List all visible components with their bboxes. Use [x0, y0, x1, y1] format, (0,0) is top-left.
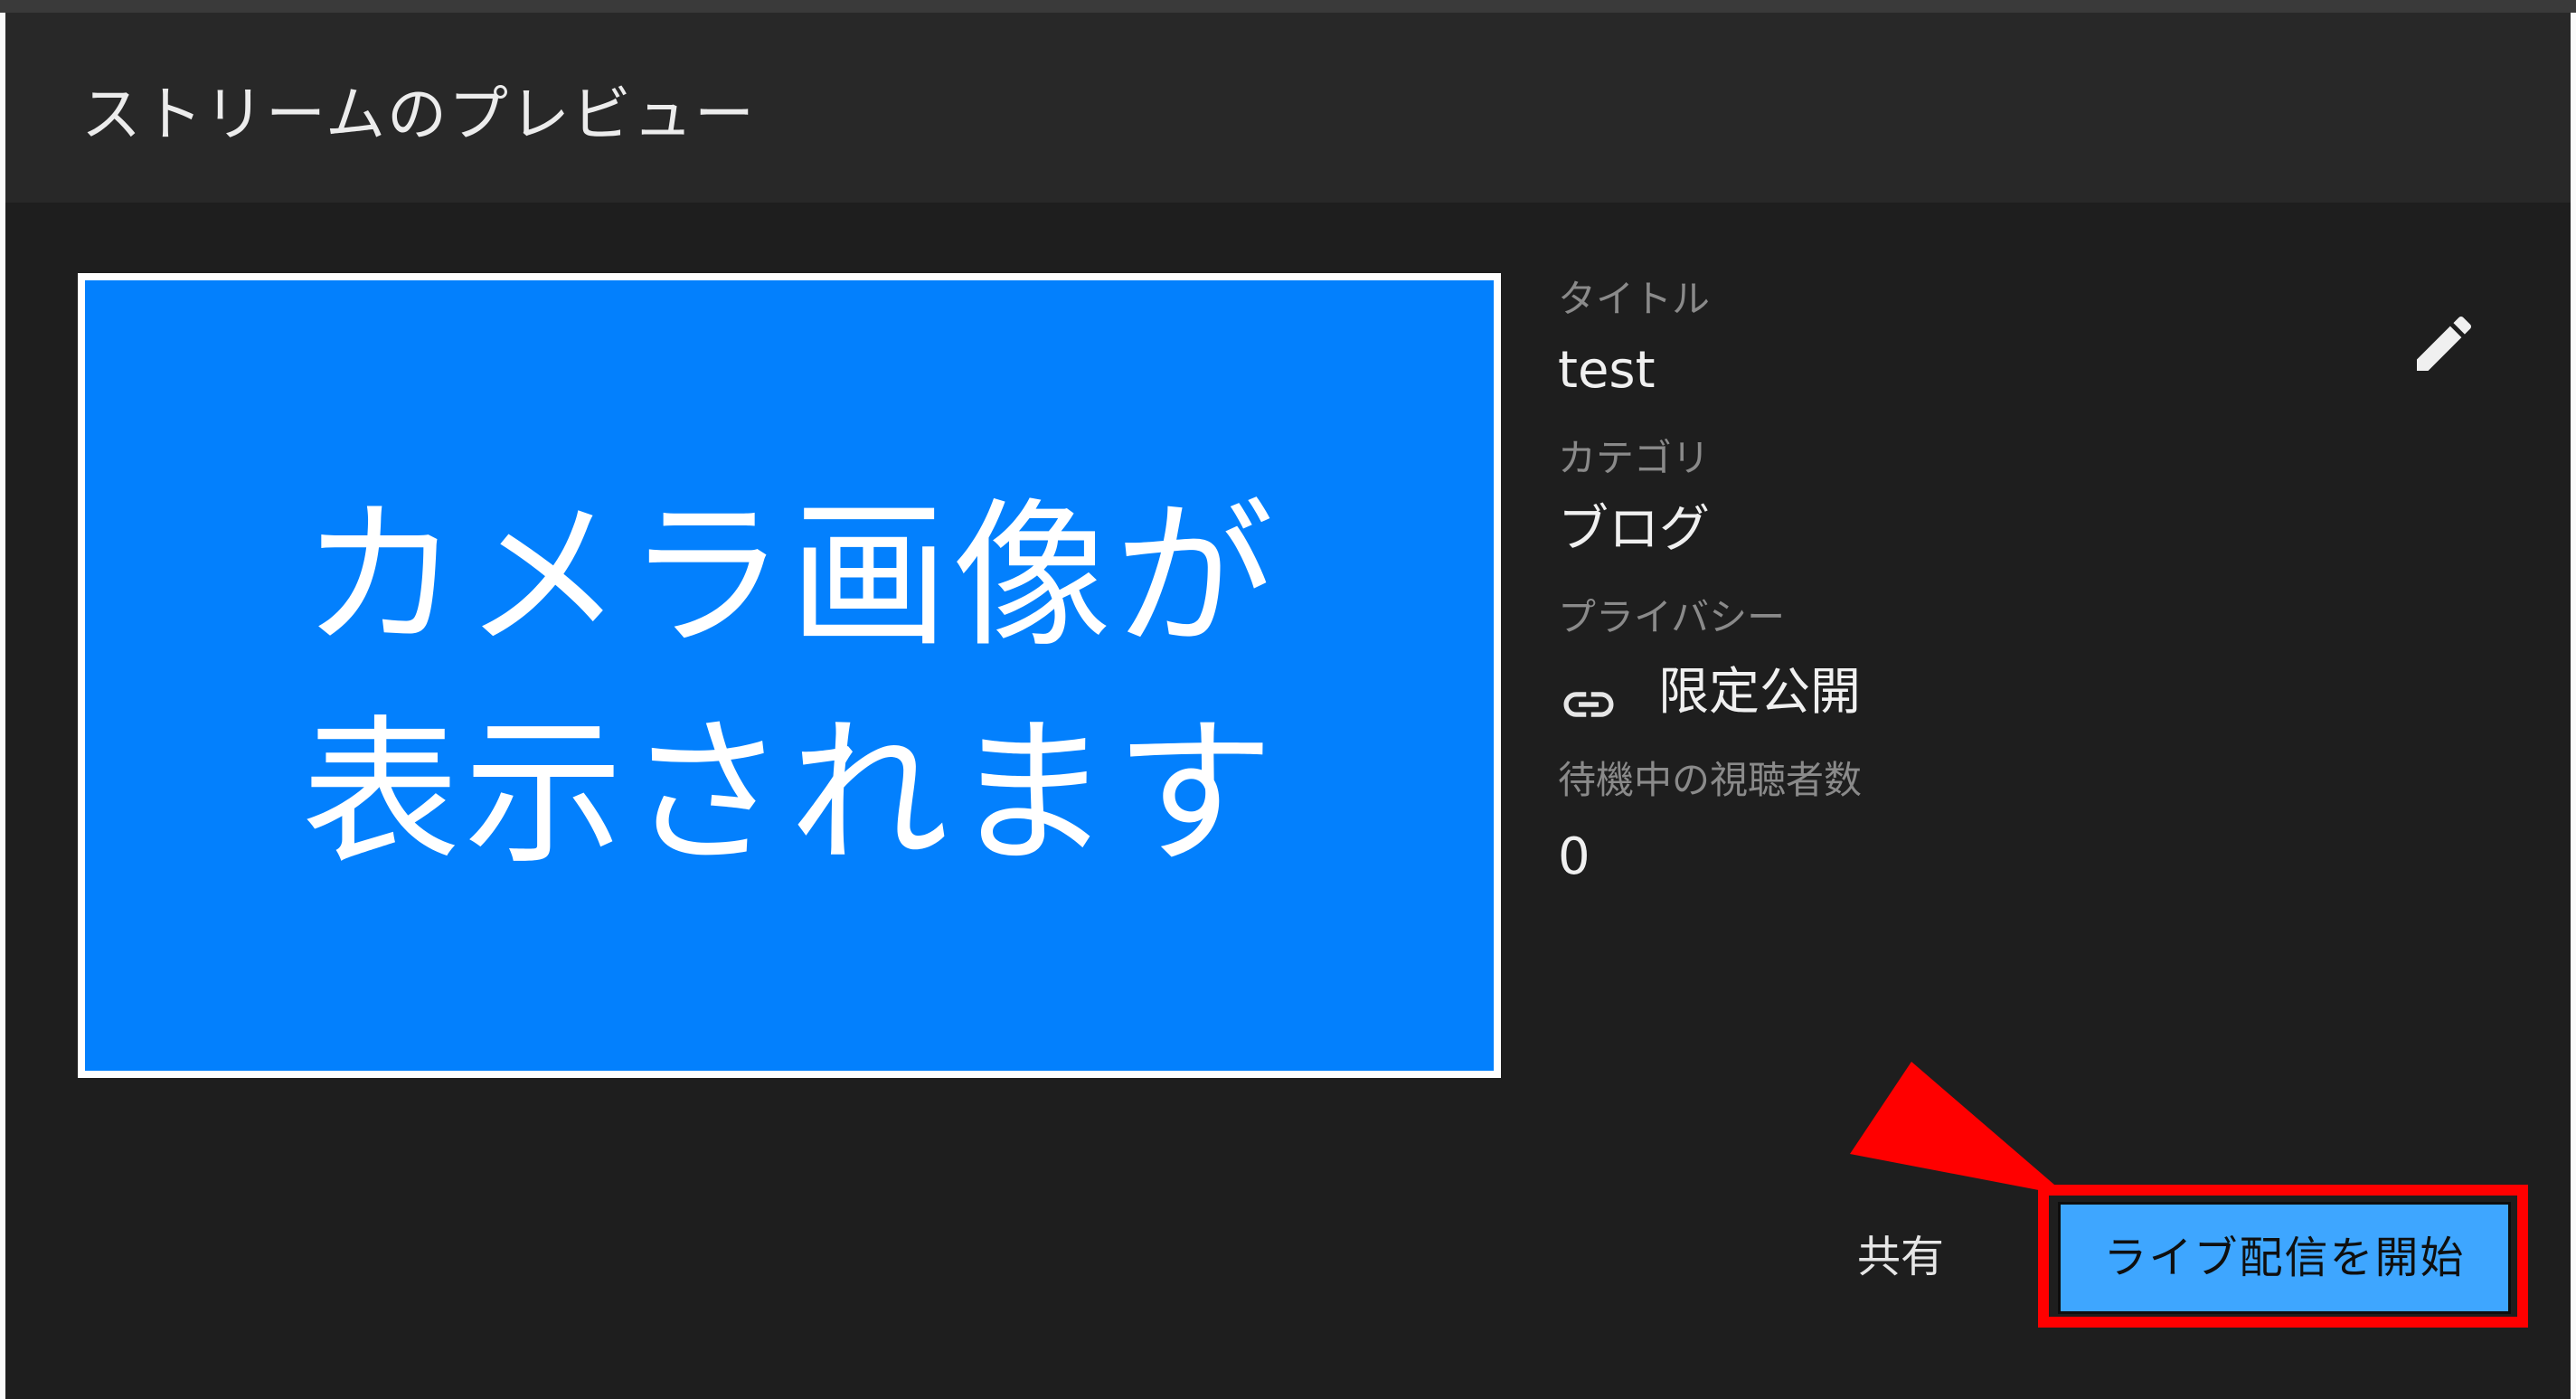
category-value: ブログ: [1558, 500, 1710, 559]
privacy-label: プライバシー: [1558, 595, 1786, 639]
waiting-viewers-label: 待機中の視聴者数: [1558, 758, 1863, 802]
title-value: test: [1558, 341, 1656, 400]
title-label: タイトル: [1558, 277, 1711, 321]
red-arrow-icon: [1850, 1062, 2067, 1197]
waiting-viewers-value: 0: [1558, 827, 1590, 886]
dialog-header: ストリームのプレビュー: [5, 13, 2571, 203]
camera-preview-line-1: カメラ画像が: [300, 484, 1278, 669]
edit-pencil-icon[interactable]: [2408, 307, 2480, 380]
start-live-stream-button[interactable]: ライブ配信を開始: [2058, 1202, 2511, 1314]
category-label: カテゴリ: [1558, 436, 1711, 480]
camera-preview: カメラ画像が 表示されます: [78, 273, 1501, 1078]
top-strip: [0, 0, 2576, 13]
dialog-title: ストリームのプレビュー: [81, 80, 757, 149]
privacy-value: 限定公開: [1658, 663, 1861, 722]
stream-preview-dialog: ストリームのプレビュー カメラ画像が 表示されます タイトル test カテゴリ…: [5, 13, 2571, 1399]
link-icon: [1559, 675, 1618, 734]
camera-preview-line-2: 表示されます: [300, 701, 1278, 886]
camera-preview-message: カメラ画像が 表示されます: [85, 468, 1494, 903]
share-button[interactable]: 共有: [1830, 1208, 1971, 1306]
